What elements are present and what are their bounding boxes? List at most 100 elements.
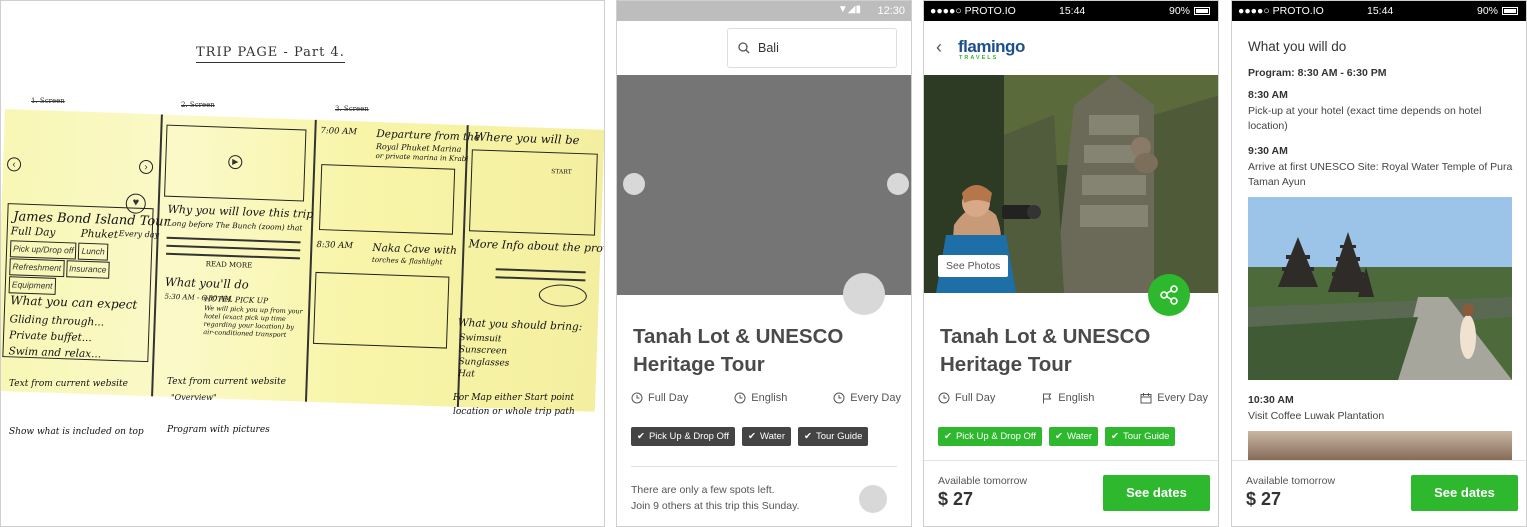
program-time: 9:30 AM [1248,145,1288,157]
battery-icon [1194,7,1210,15]
check-icon: ✔ [804,431,812,442]
calendar-icon [1140,393,1152,404]
meta-language: English [1041,392,1094,404]
next-arrow-icon: › [138,159,154,175]
search-value: Bali [758,41,779,55]
status-time: 15:44 [1059,5,1086,17]
program-time: 10:30 AM [1248,394,1294,406]
tag-label: Pick Up & Drop Off [648,431,730,442]
section-heading: What you will do [1248,39,1347,54]
included-tag: ✔ Tour Guide [798,427,869,446]
signal-icon: ▼◢▮ [837,4,861,15]
booking-footer: Available tomorrow $ 27 See dates [924,460,1218,526]
sketch-provider-oval [538,283,588,308]
sketch-note: For Map either Start point location or w… [453,393,575,417]
sketch-note: Text from current website [167,377,286,387]
carrier-label: ●●●●○ PROTO.IO [1238,5,1324,17]
sketch-t2-txt1: Naka Cave with [372,241,458,257]
brand-logo: flamingo TRAVELS [958,38,1025,61]
booking-footer: Available tomorrow $ 27 See dates [1232,460,1526,526]
meta-frequency: Every Day [833,392,901,404]
prev-arrow-button[interactable] [623,173,645,195]
status-bar: ●●●●○ PROTO.IO 15:44 90% [1232,1,1526,21]
prev-arrow-icon: ‹ [6,157,22,172]
avatar-placeholder [859,485,887,513]
spots-text: There are only a few spots left. Join 9 … [631,482,799,514]
sketch-bullet: Swim and relax... [8,345,102,361]
sketch-bring-item: Swimsuit [459,332,502,345]
battery-label: 90% [1168,5,1190,17]
see-dates-button[interactable]: See dates [1103,475,1210,511]
availability-label: Available tomorrow [938,475,1028,487]
tour-title-line: Heritage Tour [633,353,765,376]
meta-duration: Full Day [938,392,995,404]
clock-icon [734,392,746,404]
battery-icon [1502,7,1518,15]
search-input[interactable]: Bali [727,28,897,68]
sketch-tag: Lunch [78,242,109,261]
check-icon: ✔ [944,431,952,442]
share-button[interactable] [1148,274,1190,316]
tag-label: Water [760,431,785,442]
share-button[interactable] [843,273,885,315]
meta-label: English [751,392,788,404]
meta-duration: Full Day [631,392,688,404]
next-arrow-button[interactable] [887,173,909,195]
sketch-do-head: What you'll do [164,274,249,292]
sketch-tag: Pick up/Drop off [9,240,77,260]
included-tag: ✔ Pick Up & Drop Off [938,427,1043,446]
tour-title: Tanah Lot & UNESCO Heritage Tour [633,323,843,379]
check-icon: ✔ [1111,431,1119,442]
included-tag: ✔ Water [742,427,791,446]
clock-icon [833,392,845,404]
clock-icon [938,392,950,404]
sketch-do-txt2: We will pick you up from your hotel (exa… [203,304,303,339]
sketch-t1: 7:00 AM [320,126,358,138]
battery: 90% [1169,5,1210,17]
sketch-tag: Refreshment [9,258,65,278]
sketch-tags: Pick up/Drop off Lunch Refreshment Insuranc… [8,239,151,298]
sketch-col-head: 1. Screen [31,97,65,105]
sketch-note: Show what is included on top [9,427,144,437]
meta-label: English [1058,392,1095,404]
tour-title: Tanah Lot & UNESCO Heritage Tour [940,323,1150,379]
status-bar: ●●●●○ PROTO.IO 15:44 90% [924,1,1218,21]
sketch-read-more: READ MORE [205,260,253,270]
carrier-label: ●●●●○ PROTO.IO [930,5,1016,17]
see-dates-button[interactable]: See dates [1411,475,1518,511]
program-panel: ●●●●○ PROTO.IO 15:44 90% What you will d… [1231,0,1527,527]
meta-label: Full Day [955,392,996,404]
battery: 90% [1477,5,1518,17]
see-photos-button[interactable]: See Photos [938,255,1009,277]
sketch-note: Text from current website [9,379,128,389]
included-tag: ✔ Tour Guide [1105,427,1176,446]
back-button[interactable]: ‹ [936,37,942,58]
tour-title-line: Tanah Lot & UNESCO [940,325,1151,348]
sketch-more-head: More Info about the provider [468,237,605,256]
meta-row: Full Day English Every Day [938,392,1208,404]
sketch-img-box [312,271,450,349]
program-text: Arrive at first UNESCO Site: Royal Water… [1248,161,1513,188]
meta-language: English [734,392,787,404]
sketch-full-day: Full Day [10,225,56,239]
included-tag: ✔ Water [1049,427,1098,446]
tour-title-line: Heritage Tour [940,353,1072,376]
sketch-panel: TRIP PAGE - Part 4. 1. Screen 2. Screen … [0,0,605,527]
tag-label: Pick Up & Drop Off [955,431,1037,442]
tag-label: Tour Guide [815,431,863,442]
brand-name: flamingo [958,37,1025,56]
sketch-bring-head: What you should bring: [457,316,583,334]
sketch-title: TRIP PAGE - Part 4. [196,45,345,63]
spots-line: Join 9 others at this trip this Sunday. [631,500,800,512]
sketch-bring-item: Sunglasses [458,356,510,369]
meta-label: Full Day [648,392,689,404]
meta-row: Full Day English Every Day [631,392,901,404]
sketch-bring-item: Hat [457,368,476,380]
water-temple-photo [1248,197,1512,380]
flag-icon [1043,393,1052,404]
hero-image-placeholder [617,75,911,295]
meta-label: Every Day [1157,392,1208,404]
check-icon: ✔ [1055,431,1064,442]
battery-label: 90% [1476,5,1498,17]
sketch-map-box [469,149,598,236]
